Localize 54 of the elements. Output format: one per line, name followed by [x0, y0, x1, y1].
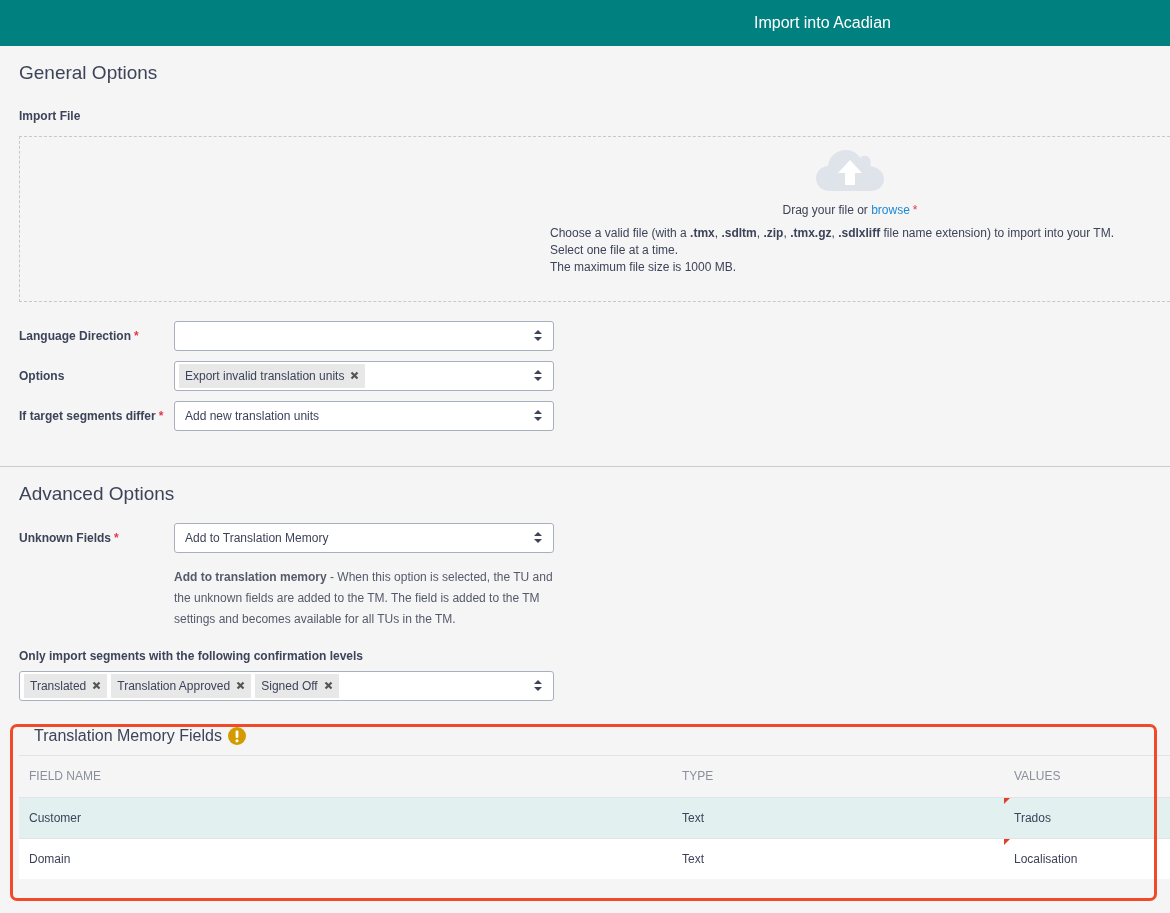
sort-icon — [533, 329, 543, 343]
select-field[interactable]: Add to Translation Memory — [174, 522, 554, 553]
sort-icon — [533, 369, 543, 383]
section-heading: Advanced Options — [19, 482, 176, 506]
table-cell: Domain — [29, 851, 71, 866]
column-header: VALUES — [1014, 768, 1062, 786]
select-value: Add new translation units — [185, 407, 320, 425]
select-field[interactable]: Export invalid translation units — [174, 360, 554, 391]
table-row[interactable]: Customer Text Trados — [19, 796, 1170, 838]
required-mark: * — [912, 202, 918, 217]
sort-icon — [533, 409, 543, 423]
help-text: The maximum file size is 1000 MB. — [550, 258, 738, 276]
field-label: Unknown Fields — [19, 530, 111, 545]
corner-marker-icon — [1004, 838, 1010, 845]
select-field[interactable]: Add new translation units — [174, 400, 554, 431]
sort-icon — [533, 679, 543, 693]
field-label: Only import segments with the following confirmation levels — [19, 648, 364, 663]
tag-label: Signed Off — [261, 677, 318, 695]
field-label: Language Direction — [19, 328, 131, 343]
browse-link[interactable]: browse — [871, 202, 910, 217]
tag-label: Translated — [30, 677, 87, 695]
drop-prompt: Drag your file or — [782, 202, 869, 217]
field-label: If target segments differ — [19, 408, 156, 423]
help-text: Choose a valid file (with a .tmx, .sdltm, .zip, .tmx.gz, .sdlxliff file name extension) to import into your TM. — [550, 224, 1116, 242]
table-cell: Text — [682, 810, 704, 825]
section-heading: General Options — [19, 62, 159, 85]
corner-marker-icon — [1004, 797, 1010, 804]
table-row[interactable]: Domain Text Localisation — [19, 837, 1170, 879]
remove-icon[interactable] — [236, 681, 246, 691]
column-header: FIELD NAME — [28, 768, 102, 786]
required-mark: * — [158, 408, 164, 423]
remove-icon[interactable] — [350, 371, 360, 381]
tag-label: Translation Approved — [117, 677, 231, 695]
field-label: Import File — [19, 108, 81, 123]
column-header: TYPE — [682, 768, 715, 786]
warning-icon — [227, 726, 246, 745]
table-cell: Text — [682, 851, 704, 866]
field-label: Options — [19, 368, 65, 383]
help-text: Select one file at a time. — [550, 241, 680, 259]
required-mark: * — [134, 328, 139, 343]
select-field[interactable]: Translated Translation Approved Signed Off — [19, 670, 554, 701]
sort-icon — [533, 531, 543, 545]
panel-title: Translation Memory Fields — [34, 725, 222, 746]
select-value: Add to Translation Memory — [185, 529, 329, 547]
remove-icon[interactable] — [92, 681, 102, 691]
table-cell: Trados — [1014, 810, 1051, 825]
table-cell: Customer — [29, 810, 81, 825]
remove-icon[interactable] — [323, 681, 333, 691]
table-cell: Localisation — [1014, 851, 1078, 866]
tag-label: Export invalid translation units — [185, 367, 345, 385]
required-mark: * — [114, 530, 119, 545]
option-description: Add to translation memory - When this option is selected, the TU and the unknown fields are added to the TM. The field is added to the TM settings and becomes available for all TUs in the TM. — [174, 568, 554, 628]
page-title: Import into Acadian — [754, 13, 891, 33]
select-field[interactable] — [174, 320, 554, 351]
